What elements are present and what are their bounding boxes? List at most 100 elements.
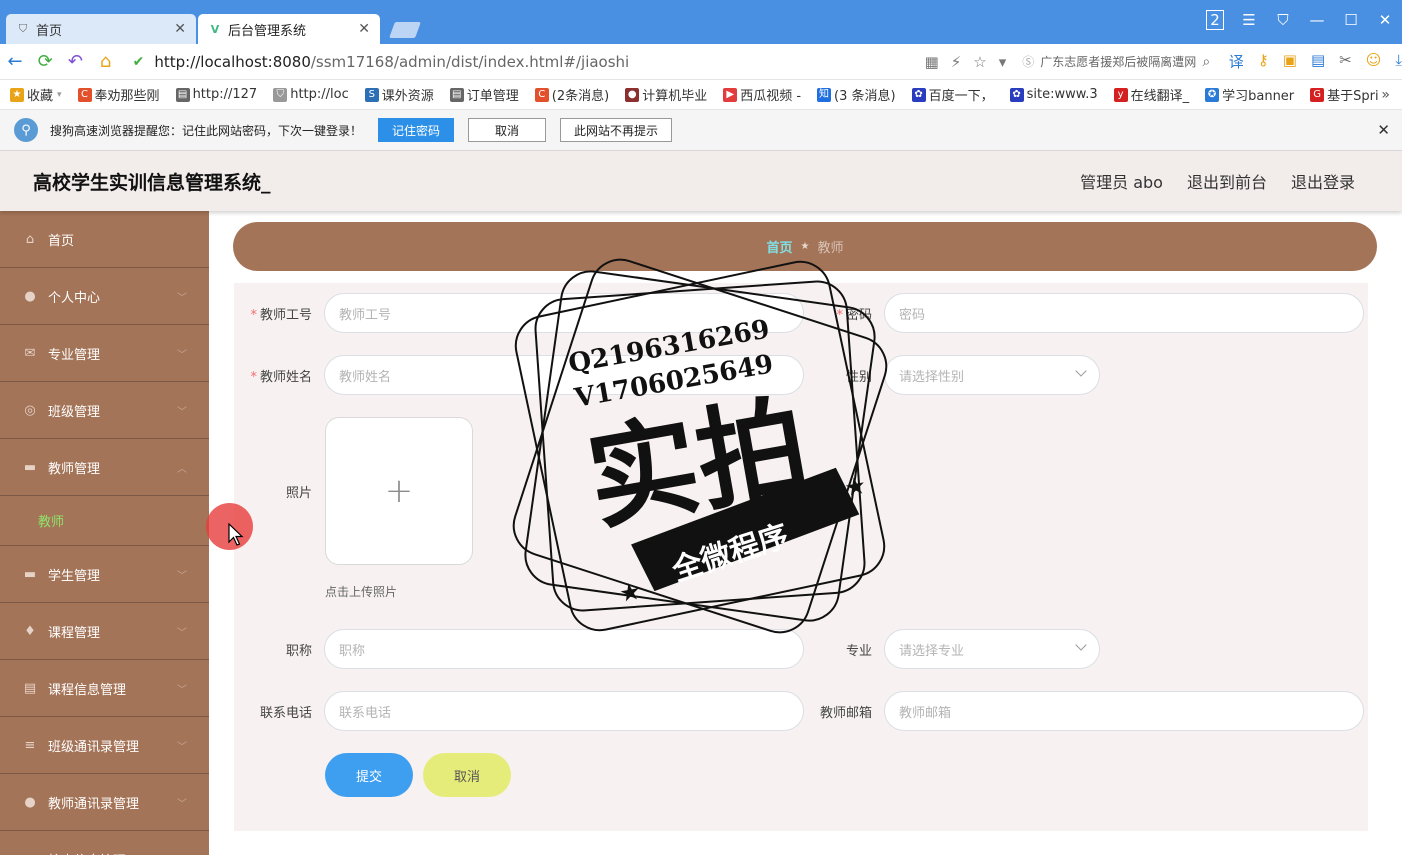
sidebar-item[interactable]: ⌂ 首页 — [0, 211, 209, 268]
g-icon: G — [1310, 87, 1325, 102]
url-field[interactable]: ✔ http://localhost:8080 /ssm17168/admin/… — [133, 53, 755, 71]
monitor-icon: ▬ — [23, 566, 37, 582]
more-bookmarks-icon[interactable]: » — [1381, 87, 1390, 103]
bookmark-item[interactable]: ● 计算机毕业 — [625, 85, 707, 104]
logout-link[interactable]: 退出登录 — [1291, 169, 1355, 193]
sidebar-item[interactable]: ▤ 课程信息管理 ﹀ — [0, 660, 209, 717]
teacher-name-input[interactable]: 教师姓名 — [324, 355, 804, 395]
phone-input[interactable]: 联系电话 — [324, 691, 804, 731]
remember-password-button[interactable]: 记住密码 — [378, 118, 455, 142]
password-input[interactable]: 密码 — [884, 293, 1364, 333]
key-icon[interactable]: ⚷ — [1258, 51, 1269, 72]
close-icon[interactable]: ✕ — [1377, 121, 1390, 139]
sidebar-item[interactable]: ● 个人中心 ﹀ — [0, 268, 209, 325]
maximize-icon[interactable]: ☐ — [1334, 11, 1368, 29]
cancel-button[interactable]: 取消 — [423, 753, 511, 797]
notice-text: 搜狗高速浏览器提醒您：记住此网站密码，下次一键登录！ — [50, 123, 363, 138]
window-count-badge[interactable]: 2 — [1198, 10, 1232, 30]
sidebar-item[interactable]: ▬ 教师管理 ︿ — [0, 439, 209, 496]
sidebar-item[interactable]: ▬ 学生管理 ﹀ — [0, 546, 209, 603]
sidebar-item[interactable]: ● 教师通讯录管理 ﹀ — [0, 774, 209, 831]
close-window-icon[interactable]: ✕ — [1368, 11, 1402, 29]
qr-icon[interactable]: ▦ — [925, 53, 939, 71]
bookmark-item[interactable]: 知 (3 条消息) — [817, 85, 896, 104]
undo-icon[interactable]: ↶ — [60, 51, 90, 72]
chevron-down-icon[interactable]: ▾ — [57, 90, 62, 100]
translate-icon[interactable]: 译 — [1229, 51, 1244, 72]
sogou-icon: Ⓢ — [1022, 55, 1035, 69]
menu-icon[interactable]: ☰ — [1232, 11, 1266, 29]
bookmark-item[interactable]: ✿ 百度一下， — [911, 85, 994, 104]
bookmark-star-icon[interactable]: ☆ — [973, 53, 986, 71]
smile-icon[interactable]: ☺ — [1366, 51, 1382, 72]
bookmark-item[interactable]: C (2条消息) — [534, 85, 609, 104]
shield-icon: ⛉ — [18, 22, 28, 35]
dropdown-icon[interactable]: ▾ — [999, 53, 1007, 71]
teacher-no-input[interactable]: 教师工号 — [324, 293, 804, 333]
form-row-gender: 性别 请选择性别 — [794, 355, 1100, 395]
photo-upload-area[interactable]: + — [325, 417, 473, 565]
gender-select[interactable]: 请选择性别 — [884, 355, 1100, 395]
refresh-icon[interactable]: ⟳ — [30, 51, 60, 72]
exit-to-front-link[interactable]: 退出到前台 — [1187, 169, 1267, 193]
skin-icon[interactable]: ⛉ — [1266, 11, 1300, 29]
major-select[interactable]: 请选择专业 — [884, 629, 1100, 669]
sidebar-item-label: 课程管理 — [48, 625, 101, 641]
form-row-teacher-no: * 教师工号 教师工号 — [234, 293, 804, 333]
submit-button[interactable]: 提交 — [325, 753, 413, 797]
page-icon: ▤ — [175, 87, 190, 102]
breadcrumb-home[interactable]: 首页 — [767, 237, 793, 256]
bookmark-item[interactable]: ★ 收藏 ▾ — [10, 85, 62, 104]
bookmark-item[interactable]: G 基于Spri — [1310, 85, 1379, 104]
extension-icons: 译 ⚷ ▣ ▤ ✂ ☺ ⤓ — [1229, 51, 1402, 72]
paw-icon: ✿ — [911, 87, 926, 102]
sidebar-item[interactable]: ≡ 班级通讯录管理 ﹀ — [0, 717, 209, 774]
bookmark-item[interactable]: S 课外资源 — [364, 85, 434, 104]
mic-icon: ♦ — [24, 623, 36, 639]
never-prompt-button[interactable]: 此网站不再提示 — [560, 118, 673, 142]
back-icon[interactable]: ← — [0, 51, 30, 72]
user-card-icon[interactable]: ▣ — [1283, 51, 1297, 72]
sf-icon: S — [364, 87, 379, 102]
bookmark-item[interactable]: ▤ http://127 — [175, 87, 258, 102]
browser-tab-home[interactable]: ⛉ 首页 ✕ — [6, 14, 196, 44]
home-icon[interactable]: ⌂ — [90, 51, 120, 72]
browser-tab-admin[interactable]: V 后台管理系统 ✕ — [198, 14, 380, 44]
reader-icon[interactable]: ▤ — [1311, 51, 1325, 72]
sidebar-item[interactable]: ≡ 校内信息管理 ﹀ — [0, 831, 209, 855]
notice-cancel-button[interactable]: 取消 — [468, 118, 547, 142]
bookmark-item[interactable]: ▶ 西瓜视频 - — [723, 85, 801, 104]
chevron-down-icon: ﹀ — [177, 349, 187, 361]
email-input[interactable]: 教师邮箱 — [884, 691, 1364, 731]
teacher-form: * 教师工号 教师工号 * 密码 密码 * 教师姓名 教师姓名 性别 请选择性别 照片… — [234, 283, 1368, 831]
bookmark-item[interactable]: y 在线翻译_ — [1113, 85, 1189, 104]
teacher-name-label: * 教师姓名 — [250, 369, 312, 385]
sidebar-item[interactable]: ◎ 班级管理 ﹀ — [0, 382, 209, 439]
bookmark-item[interactable]: C 奉劝那些刚 — [77, 85, 160, 104]
bookmark-item[interactable]: ✪ 学习banner — [1205, 85, 1294, 104]
minimize-icon[interactable]: — — [1300, 11, 1334, 29]
title-input[interactable]: 职称 — [324, 629, 804, 669]
password-notice-bar: ⚲ 搜狗高速浏览器提醒您：记住此网站密码，下次一键登录！ 记住密码 取消 此网站… — [0, 110, 1402, 151]
search-box[interactable]: Ⓢ 广东志愿者援郑后被隔离遭网 ⌕ — [1022, 53, 1210, 70]
form-row-phone: 联系电话 联系电话 — [234, 691, 804, 731]
scissors-icon[interactable]: ✂ — [1339, 51, 1352, 72]
phone-label: 联系电话 — [259, 705, 312, 721]
close-icon[interactable]: ✕ — [358, 21, 370, 37]
list-icon: ≡ — [24, 737, 36, 753]
teacher-no-label: * 教师工号 — [250, 307, 312, 323]
new-tab-button[interactable] — [389, 22, 421, 38]
bookmark-item[interactable]: ⛉ http://loc — [273, 87, 349, 102]
form-row-password: * 密码 密码 — [794, 293, 1364, 333]
sidebar-item[interactable]: ♦ 课程管理 ﹀ — [0, 603, 209, 660]
bookmark-item[interactable]: ▤ 订单管理 — [449, 85, 519, 104]
bookmark-item[interactable]: ✿ site:www.3 — [1009, 87, 1098, 102]
page-icon: ▤ — [449, 87, 464, 102]
search-icon[interactable]: ⌕ — [1202, 54, 1210, 70]
lightning-icon[interactable]: ⚡ — [951, 53, 962, 71]
bookmark-label: http://127 — [192, 87, 258, 102]
close-icon[interactable]: ✕ — [174, 21, 186, 37]
download-icon[interactable]: ⤓ — [1395, 51, 1402, 72]
sidebar-item[interactable]: ✉ 专业管理 ﹀ — [0, 325, 209, 382]
sidebar-subitem-teacher[interactable]: 教师 — [0, 496, 209, 546]
